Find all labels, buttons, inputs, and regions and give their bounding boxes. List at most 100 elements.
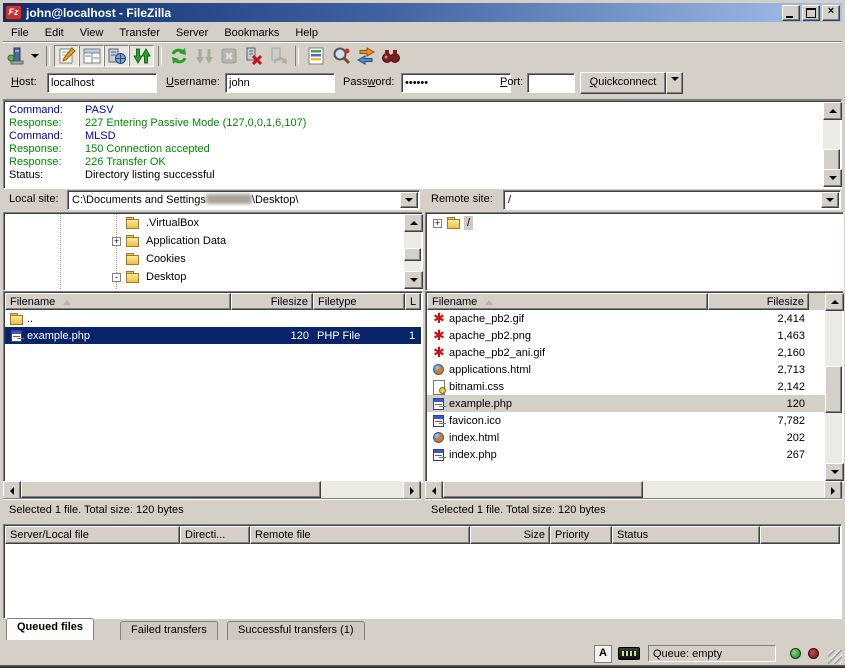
column-header-remote-file[interactable]: Remote file — [250, 526, 470, 544]
app-icon[interactable]: Fz — [5, 5, 22, 20]
local-list-header: Filename Filesize Filetype L — [5, 293, 421, 310]
file-row[interactable]: applications.html2,713 — [427, 361, 825, 378]
tab-queued-files[interactable]: Queued files — [6, 618, 94, 640]
toggle-local-tree-button[interactable] — [79, 45, 104, 67]
host-input[interactable] — [47, 73, 157, 93]
local-tree-scrollbar[interactable] — [404, 214, 421, 289]
maximize-icon — [806, 8, 816, 18]
ascii-data-type-icon[interactable]: A — [594, 645, 612, 663]
disconnect-button[interactable] — [241, 45, 266, 67]
tree-item[interactable]: + / — [427, 214, 842, 232]
speed-limits-icon[interactable] — [618, 647, 640, 660]
quickconnect-button[interactable]: Quickconnect — [580, 72, 666, 94]
tree-collapse-icon[interactable]: - — [112, 273, 121, 282]
column-header-filesize[interactable]: Filesize — [231, 293, 313, 310]
site-manager-dropdown-button[interactable] — [28, 45, 42, 67]
title-bar[interactable]: Fz john@localhost - FileZilla × — [3, 3, 842, 22]
menu-view[interactable]: View — [72, 25, 112, 41]
column-header-direction[interactable]: Directi... — [180, 526, 250, 544]
directory-compare-button[interactable] — [328, 45, 353, 67]
tree-expand-icon[interactable]: + — [433, 219, 442, 228]
scrollbar-thumb[interactable] — [21, 481, 321, 498]
file-row-selected[interactable]: example.php 120 PHP File 1 — [5, 327, 421, 344]
column-header-priority[interactable]: Priority — [550, 526, 612, 544]
tab-successful-transfers[interactable]: Successful transfers (1) — [227, 621, 365, 640]
scroll-down-button[interactable] — [823, 169, 842, 187]
scroll-up-button[interactable] — [823, 102, 842, 120]
queue-content: Server/Local file Directi... Remote file… — [5, 526, 840, 617]
scrollbar-thumb[interactable] — [823, 149, 840, 171]
scrollbar-thumb[interactable] — [443, 481, 643, 498]
apache-file-icon: ✱ — [431, 346, 447, 360]
file-row[interactable]: index.html202 — [427, 429, 825, 446]
tree-item[interactable]: - Desktop — [5, 268, 404, 286]
toggle-transfer-queue-button[interactable] — [129, 45, 154, 67]
scroll-down-button[interactable] — [404, 271, 423, 289]
cancel-operation-button[interactable] — [216, 45, 241, 67]
local-site-label: Local site: — [9, 193, 59, 205]
apache-file-icon: ✱ — [431, 329, 447, 343]
toggle-message-log-button[interactable] — [54, 45, 79, 67]
reconnect-button[interactable] — [266, 45, 291, 67]
column-header-filename[interactable]: Filename — [427, 293, 708, 310]
column-header-size[interactable]: Size — [470, 526, 550, 544]
password-input[interactable] — [401, 73, 511, 93]
file-row[interactable]: ✱apache_pb2.png1,463 — [427, 327, 825, 344]
tree-expand-icon[interactable]: + — [112, 237, 121, 246]
port-input[interactable] — [527, 73, 575, 93]
combo-dropdown-button[interactable] — [400, 192, 418, 208]
tree-item[interactable]: Cookies — [5, 250, 404, 268]
minimize-icon — [786, 16, 793, 18]
column-header-last-modified[interactable]: L — [405, 293, 421, 310]
scrollbar-thumb[interactable] — [404, 248, 421, 261]
menu-help[interactable]: Help — [287, 25, 326, 41]
tree-item[interactable]: + Application Data — [5, 232, 404, 250]
synchronized-browsing-button[interactable] — [353, 45, 378, 67]
maximize-button[interactable] — [802, 5, 820, 21]
combo-dropdown-button[interactable] — [821, 192, 839, 208]
file-row[interactable]: ✱apache_pb2.gif2,414 — [427, 310, 825, 327]
log-line: Command:PASV — [9, 104, 823, 117]
username-input[interactable] — [225, 73, 335, 93]
file-row[interactable]: favicon.ico7,782 — [427, 412, 825, 429]
folder-icon — [446, 216, 462, 230]
refresh-button[interactable] — [166, 45, 191, 67]
firefox-html-icon — [431, 363, 447, 377]
resize-grip[interactable] — [828, 650, 842, 664]
column-header-filename[interactable]: Filename — [5, 293, 231, 310]
menu-edit[interactable]: Edit — [37, 25, 72, 41]
quickconnect-dropdown-button[interactable] — [666, 72, 683, 94]
scroll-down-button[interactable] — [825, 463, 844, 481]
column-header-status[interactable]: Status — [612, 526, 760, 544]
file-row[interactable]: index.php267 — [427, 446, 825, 463]
menu-file[interactable]: File — [3, 25, 37, 41]
log-scrollbar[interactable] — [823, 102, 840, 187]
scroll-up-button[interactable] — [404, 214, 423, 232]
column-header-filetype[interactable]: Filetype — [313, 293, 405, 310]
local-site-combobox[interactable]: C:\Documents and Settings\Desktop\ — [67, 190, 420, 210]
menu-transfer[interactable]: Transfer — [111, 25, 168, 41]
local-list-hscrollbar[interactable] — [3, 481, 421, 498]
menu-bookmarks[interactable]: Bookmarks — [216, 25, 287, 41]
directory-filter-button[interactable] — [303, 45, 328, 67]
file-row-selected[interactable]: example.php120 — [427, 395, 825, 412]
site-manager-button[interactable] — [3, 45, 28, 67]
remote-site-combobox[interactable]: / — [503, 190, 841, 210]
file-search-button[interactable] — [378, 45, 403, 67]
tab-failed-transfers[interactable]: Failed transfers — [120, 621, 218, 640]
column-header-server-local-file[interactable]: Server/Local file — [5, 526, 180, 544]
process-queue-button[interactable] — [191, 45, 216, 67]
remote-list-hscrollbar[interactable] — [425, 481, 842, 498]
scrollbar-thumb[interactable] — [825, 366, 842, 413]
minimize-button[interactable] — [782, 5, 800, 21]
file-row[interactable]: bitnami.css2,142 — [427, 378, 825, 395]
close-button[interactable]: × — [822, 5, 840, 21]
remote-list-scrollbar[interactable] — [825, 293, 842, 481]
tree-item[interactable]: .VirtualBox — [5, 214, 404, 232]
column-header-filesize[interactable]: Filesize — [708, 293, 809, 310]
toggle-remote-tree-button[interactable] — [104, 45, 129, 67]
menu-server[interactable]: Server — [168, 25, 216, 41]
file-row[interactable]: ✱apache_pb2_ani.gif2,160 — [427, 344, 825, 361]
file-row[interactable]: .. — [5, 310, 421, 327]
scroll-up-button[interactable] — [825, 293, 844, 311]
